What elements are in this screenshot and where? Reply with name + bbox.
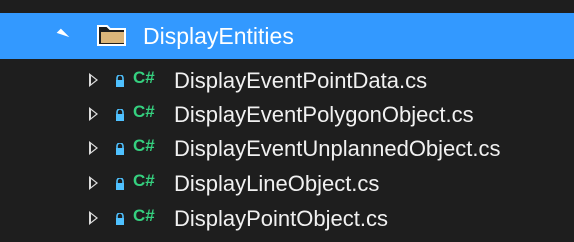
file-label: DisplayEventPolygonObject.cs <box>174 102 474 127</box>
csharp-file-icon: C# <box>133 136 155 155</box>
csharp-file-icon: C# <box>133 206 155 225</box>
file-label: DisplayEventPointData.cs <box>174 68 428 93</box>
collapsed-arrow-icon[interactable] <box>89 176 98 190</box>
lock-icon <box>116 178 124 190</box>
collapsed-arrow-icon[interactable] <box>89 107 98 121</box>
folder-label: DisplayEntities <box>143 23 294 49</box>
lock-icon <box>116 213 124 225</box>
collapsed-arrow-icon[interactable] <box>89 141 98 155</box>
csharp-file-icon: C# <box>133 68 155 87</box>
tree-file-item[interactable]: C# DisplayLineObject.cs <box>0 166 574 202</box>
lock-icon <box>116 143 124 155</box>
file-label: DisplayLineObject.cs <box>174 171 380 196</box>
folder-open-icon <box>97 25 126 46</box>
tree-folder-displayentities[interactable]: DisplayEntities <box>0 13 574 59</box>
tree-file-item[interactable]: C# DisplayEventUnplannedObject.cs <box>0 131 574 167</box>
file-label: DisplayPointObject.cs <box>174 206 388 231</box>
lock-icon <box>116 75 124 87</box>
solution-explorer-tree: DisplayEntities C# DisplayEventPointData… <box>0 0 574 242</box>
expand-chevron-icon[interactable] <box>56 28 70 42</box>
tree-file-item[interactable]: C# DisplayPointObject.cs <box>0 201 574 237</box>
csharp-file-icon: C# <box>133 171 155 190</box>
csharp-file-icon: C# <box>133 102 155 121</box>
tree-file-item[interactable]: C# DisplayEventPointData.cs <box>0 63 574 99</box>
tree-file-item[interactable]: C# DisplayEventPolygonObject.cs <box>0 97 574 133</box>
file-label: DisplayEventUnplannedObject.cs <box>174 136 501 161</box>
collapsed-arrow-icon[interactable] <box>89 73 98 87</box>
lock-icon <box>116 109 124 121</box>
collapsed-arrow-icon[interactable] <box>89 211 98 225</box>
